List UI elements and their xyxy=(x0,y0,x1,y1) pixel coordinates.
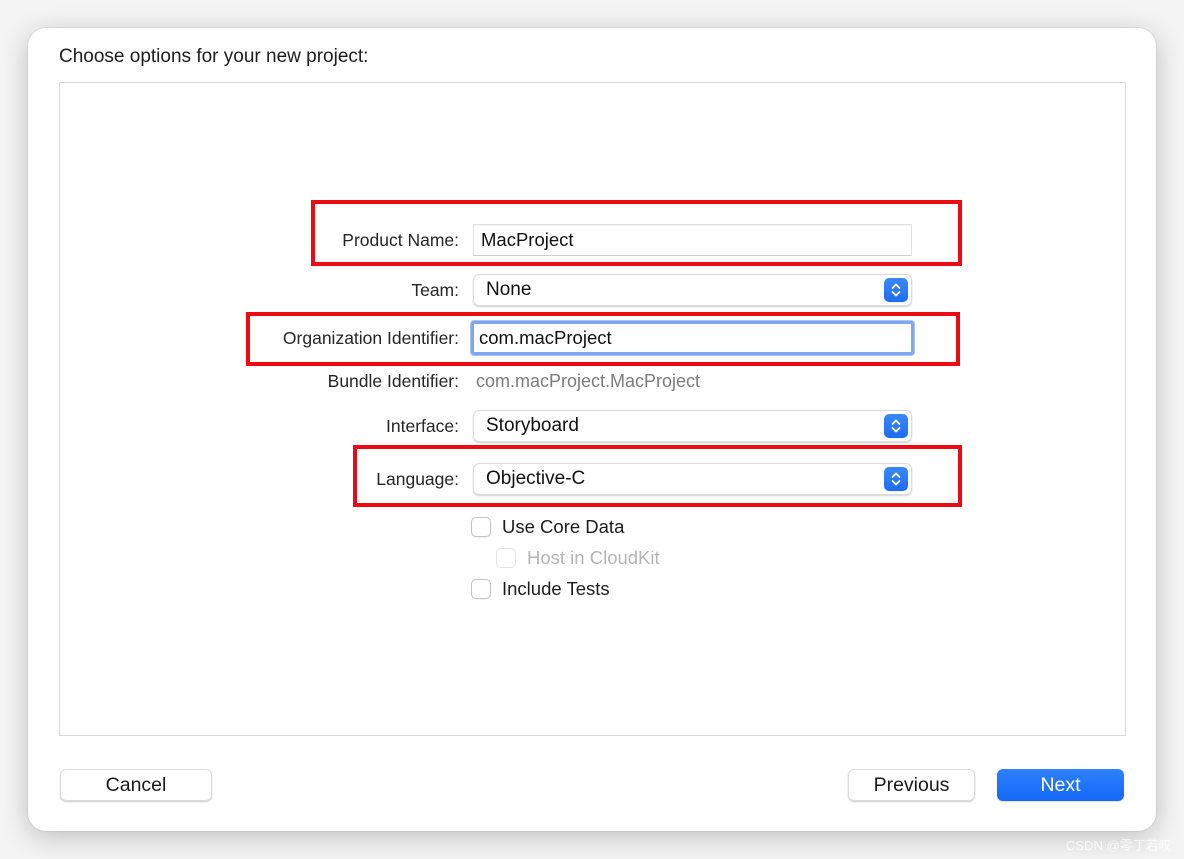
cancel-button[interactable]: Cancel xyxy=(60,769,212,801)
previous-button[interactable]: Previous xyxy=(848,769,975,801)
next-button[interactable]: Next xyxy=(997,769,1124,801)
organization-identifier-highlight-box xyxy=(246,312,960,366)
include-tests-option[interactable]: Include Tests xyxy=(471,577,610,601)
team-value: None xyxy=(486,279,532,300)
interface-popup[interactable]: Storyboard xyxy=(473,410,912,442)
stepper-updown-icon xyxy=(884,278,908,302)
team-popup[interactable]: None xyxy=(473,274,912,306)
stepper-updown-icon xyxy=(884,414,908,438)
interface-value: Storyboard xyxy=(486,415,579,436)
team-label: Team: xyxy=(411,279,459,300)
host-in-cloudkit-option: Host in CloudKit xyxy=(496,546,660,570)
watermark: CSDN @零丁若叹 xyxy=(1066,838,1172,853)
host-in-cloudkit-checkbox xyxy=(496,548,516,568)
include-tests-checkbox[interactable] xyxy=(471,579,491,599)
bundle-identifier-label: Bundle Identifier: xyxy=(327,370,459,391)
include-tests-label: Include Tests xyxy=(502,578,610,599)
options-panel: Product Name: MacProject Team: None Orga… xyxy=(59,82,1126,736)
interface-row: Interface: Storyboard xyxy=(60,410,1125,442)
product-name-highlight-box xyxy=(311,200,962,266)
new-project-dialog: Choose options for your new project: Pro… xyxy=(28,28,1156,831)
bundle-identifier-row: Bundle Identifier: com.macProject.MacPro… xyxy=(60,365,1125,397)
use-core-data-checkbox[interactable] xyxy=(471,517,491,537)
use-core-data-option[interactable]: Use Core Data xyxy=(471,515,624,539)
use-core-data-label: Use Core Data xyxy=(502,516,625,537)
language-highlight-box xyxy=(353,445,962,507)
interface-label: Interface: xyxy=(386,415,459,436)
team-row: Team: None xyxy=(60,274,1125,306)
dialog-title: Choose options for your new project: xyxy=(59,46,369,67)
host-in-cloudkit-label: Host in CloudKit xyxy=(527,547,660,568)
bundle-identifier-value: com.macProject.MacProject xyxy=(476,370,701,391)
